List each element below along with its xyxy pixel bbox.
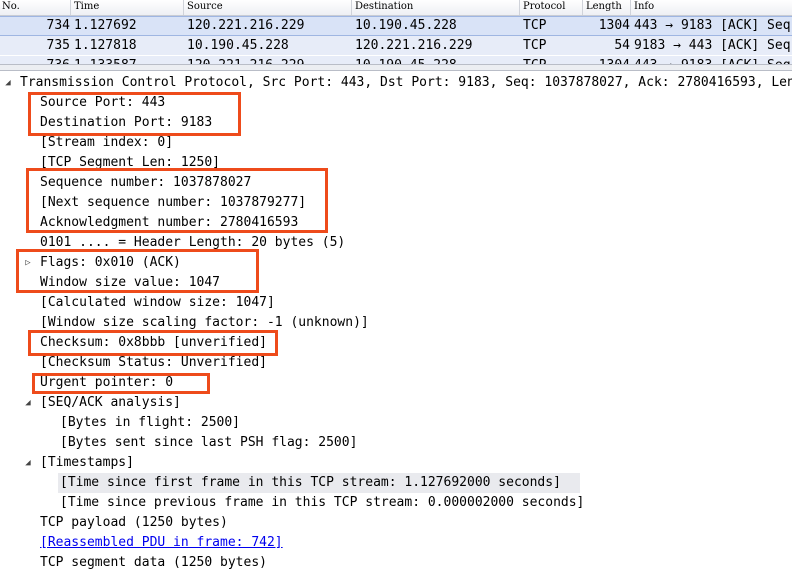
packet-protocol: TCP [523,38,547,53]
tree-item-segment-len[interactable]: [TCP Segment Len: 1250] [40,153,220,173]
tree-item-window-scaling[interactable]: [Window size scaling factor: -1 (unknown… [40,313,369,333]
column-separator[interactable] [351,0,352,15]
tree-item-label: [SEQ/ACK analysis] [40,395,181,410]
reassembled-pdu-link[interactable]: [Reassembled PDU in frame: 742] [40,533,283,553]
packet-details-pane[interactable]: ◢ Transmission Control Protocol, Src Por… [0,71,792,572]
tree-item-label: 0101 .... = Header Length: 20 bytes (5) [40,235,346,250]
packet-destination: 120.221.216.229 [355,38,473,53]
tree-item-ack-number[interactable]: Acknowledgment number: 2780416593 [40,213,298,233]
column-separator[interactable] [70,0,71,15]
tree-item-time-since-previous[interactable]: [Time since previous frame in this TCP s… [60,493,584,513]
tree-item-label: [Bytes sent since last PSH flag: 2500] [60,435,358,450]
column-separator[interactable] [183,0,184,15]
tree-item-urgent-pointer[interactable]: Urgent pointer: 0 [40,373,173,393]
packet-length: 1304 [580,56,630,64]
tree-item-label: [TCP Segment Len: 1250] [40,155,221,170]
tree-item-sequence-number[interactable]: Sequence number: 1037878027 [40,173,251,193]
column-header-protocol[interactable]: Protocol [523,1,565,12]
column-header-destination[interactable]: Destination [355,1,413,12]
column-header-no[interactable]: No. [2,1,20,12]
tree-item-window-size[interactable]: Window size value: 1047 [40,273,220,293]
packet-list-header: No. Time Source Destination Protocol Len… [0,0,792,16]
tree-item-label: TCP segment data (1250 bytes) [40,555,267,570]
triangle-right-icon[interactable]: ▷ [23,253,33,273]
tree-item-next-sequence[interactable]: [Next sequence number: 1037879277] [40,193,306,213]
tree-item-label: Source Port: 443 [40,95,166,110]
packet-protocol: TCP [523,18,547,33]
packet-row[interactable]: 734 1.127692 120.221.216.229 10.190.45.2… [0,16,792,36]
triangle-down-icon[interactable]: ◢ [3,73,13,93]
tree-item-destination-port[interactable]: Destination Port: 9183 [40,113,212,133]
tree-item-header-length[interactable]: 0101 .... = Header Length: 20 bytes (5) [40,233,345,253]
tree-item-label: [Time since previous frame in this TCP s… [60,495,585,510]
tree-item-time-since-first[interactable]: [Time since first frame in this TCP stre… [58,473,580,493]
packet-no: 736 [0,56,70,64]
packet-length: 54 [614,38,630,53]
tree-item-checksum-status[interactable]: [Checksum Status: Unverified] [40,353,267,373]
packet-info: 9183 → 443 [ACK] Seq [634,38,791,53]
packet-list-pane[interactable]: No. Time Source Destination Protocol Len… [0,0,792,64]
packet-info: 443 → 9183 [ACK] Seq [634,56,791,64]
column-header-info[interactable]: Info [634,1,654,12]
triangle-down-icon[interactable]: ◢ [23,453,33,473]
tree-item-label: [Bytes in flight: 2500] [60,415,241,430]
tree-item-label: Flags: 0x010 (ACK) [40,255,181,270]
packet-row[interactable]: 735 1.127818 10.190.45.228 120.221.216.2… [0,36,792,55]
column-separator[interactable] [630,0,631,15]
tree-item-label: [Next sequence number: 1037879277] [40,195,307,210]
tree-item-label: [Timestamps] [40,455,134,470]
tree-item-label: TCP payload (1250 bytes) [40,515,228,530]
tree-item-stream-index[interactable]: [Stream index: 0] [40,133,173,153]
tree-item-segment-data[interactable]: TCP segment data (1250 bytes) [40,553,267,572]
packet-no: 734 [46,18,70,33]
packet-info: 443 → 9183 [ACK] Seq [634,18,791,33]
packet-destination: 10.190.45.228 [355,56,457,64]
packet-destination: 10.190.45.228 [355,18,457,33]
tree-item-label: [Calculated window size: 1047] [40,295,275,310]
tree-item-label: [Window size scaling factor: -1 (unknown… [40,315,369,330]
packet-time: 1.127818 [74,38,137,53]
tree-item-checksum[interactable]: Checksum: 0x8bbb [unverified] [40,333,267,353]
tree-item-link-label[interactable]: [Reassembled PDU in frame: 742] [40,535,283,550]
packet-length: 1304 [598,18,630,33]
packet-source: 120.221.216.229 [187,56,304,64]
tree-item-bytes-since-psh[interactable]: [Bytes sent since last PSH flag: 2500] [60,433,357,453]
packet-protocol: TCP [523,56,546,64]
pane-splitter[interactable] [0,64,792,71]
tree-item-label: Checksum: 0x8bbb [unverified] [40,335,267,350]
tree-item-label: [Stream index: 0] [40,135,174,150]
tree-item-tcp-payload[interactable]: TCP payload (1250 bytes) [40,513,228,533]
tree-item-label: [Checksum Status: Unverified] [40,355,267,370]
column-separator[interactable] [582,0,583,15]
column-header-source[interactable]: Source [187,1,223,12]
tree-item-label: Sequence number: 1037878027 [40,175,252,190]
tree-item-label: Transmission Control Protocol, Src Port:… [20,75,792,90]
tree-item-label: Window size value: 1047 [40,275,221,290]
packet-time: 1.133587 [74,56,137,64]
packet-time: 1.127692 [74,18,137,33]
packet-no: 735 [46,38,70,53]
tree-item-label: [Time since first frame in this TCP stre… [60,475,561,490]
column-header-time[interactable]: Time [74,1,99,12]
tree-item-calculated-window[interactable]: [Calculated window size: 1047] [40,293,275,313]
tree-item-bytes-in-flight[interactable]: [Bytes in flight: 2500] [60,413,240,433]
column-header-length[interactable]: Length [586,1,622,12]
triangle-down-icon[interactable]: ◢ [23,393,33,413]
packet-row[interactable]: 736 1.133587 120.221.216.229 10.190.45.2… [0,56,792,64]
tree-item-source-port[interactable]: Source Port: 443 [40,93,165,113]
column-separator[interactable] [519,0,520,15]
tree-item-label: Destination Port: 9183 [40,115,213,130]
tree-item-label: Acknowledgment number: 2780416593 [40,215,299,230]
tree-item-label: Urgent pointer: 0 [40,375,174,390]
packet-source: 10.190.45.228 [187,38,289,53]
packet-source: 120.221.216.229 [187,18,305,33]
